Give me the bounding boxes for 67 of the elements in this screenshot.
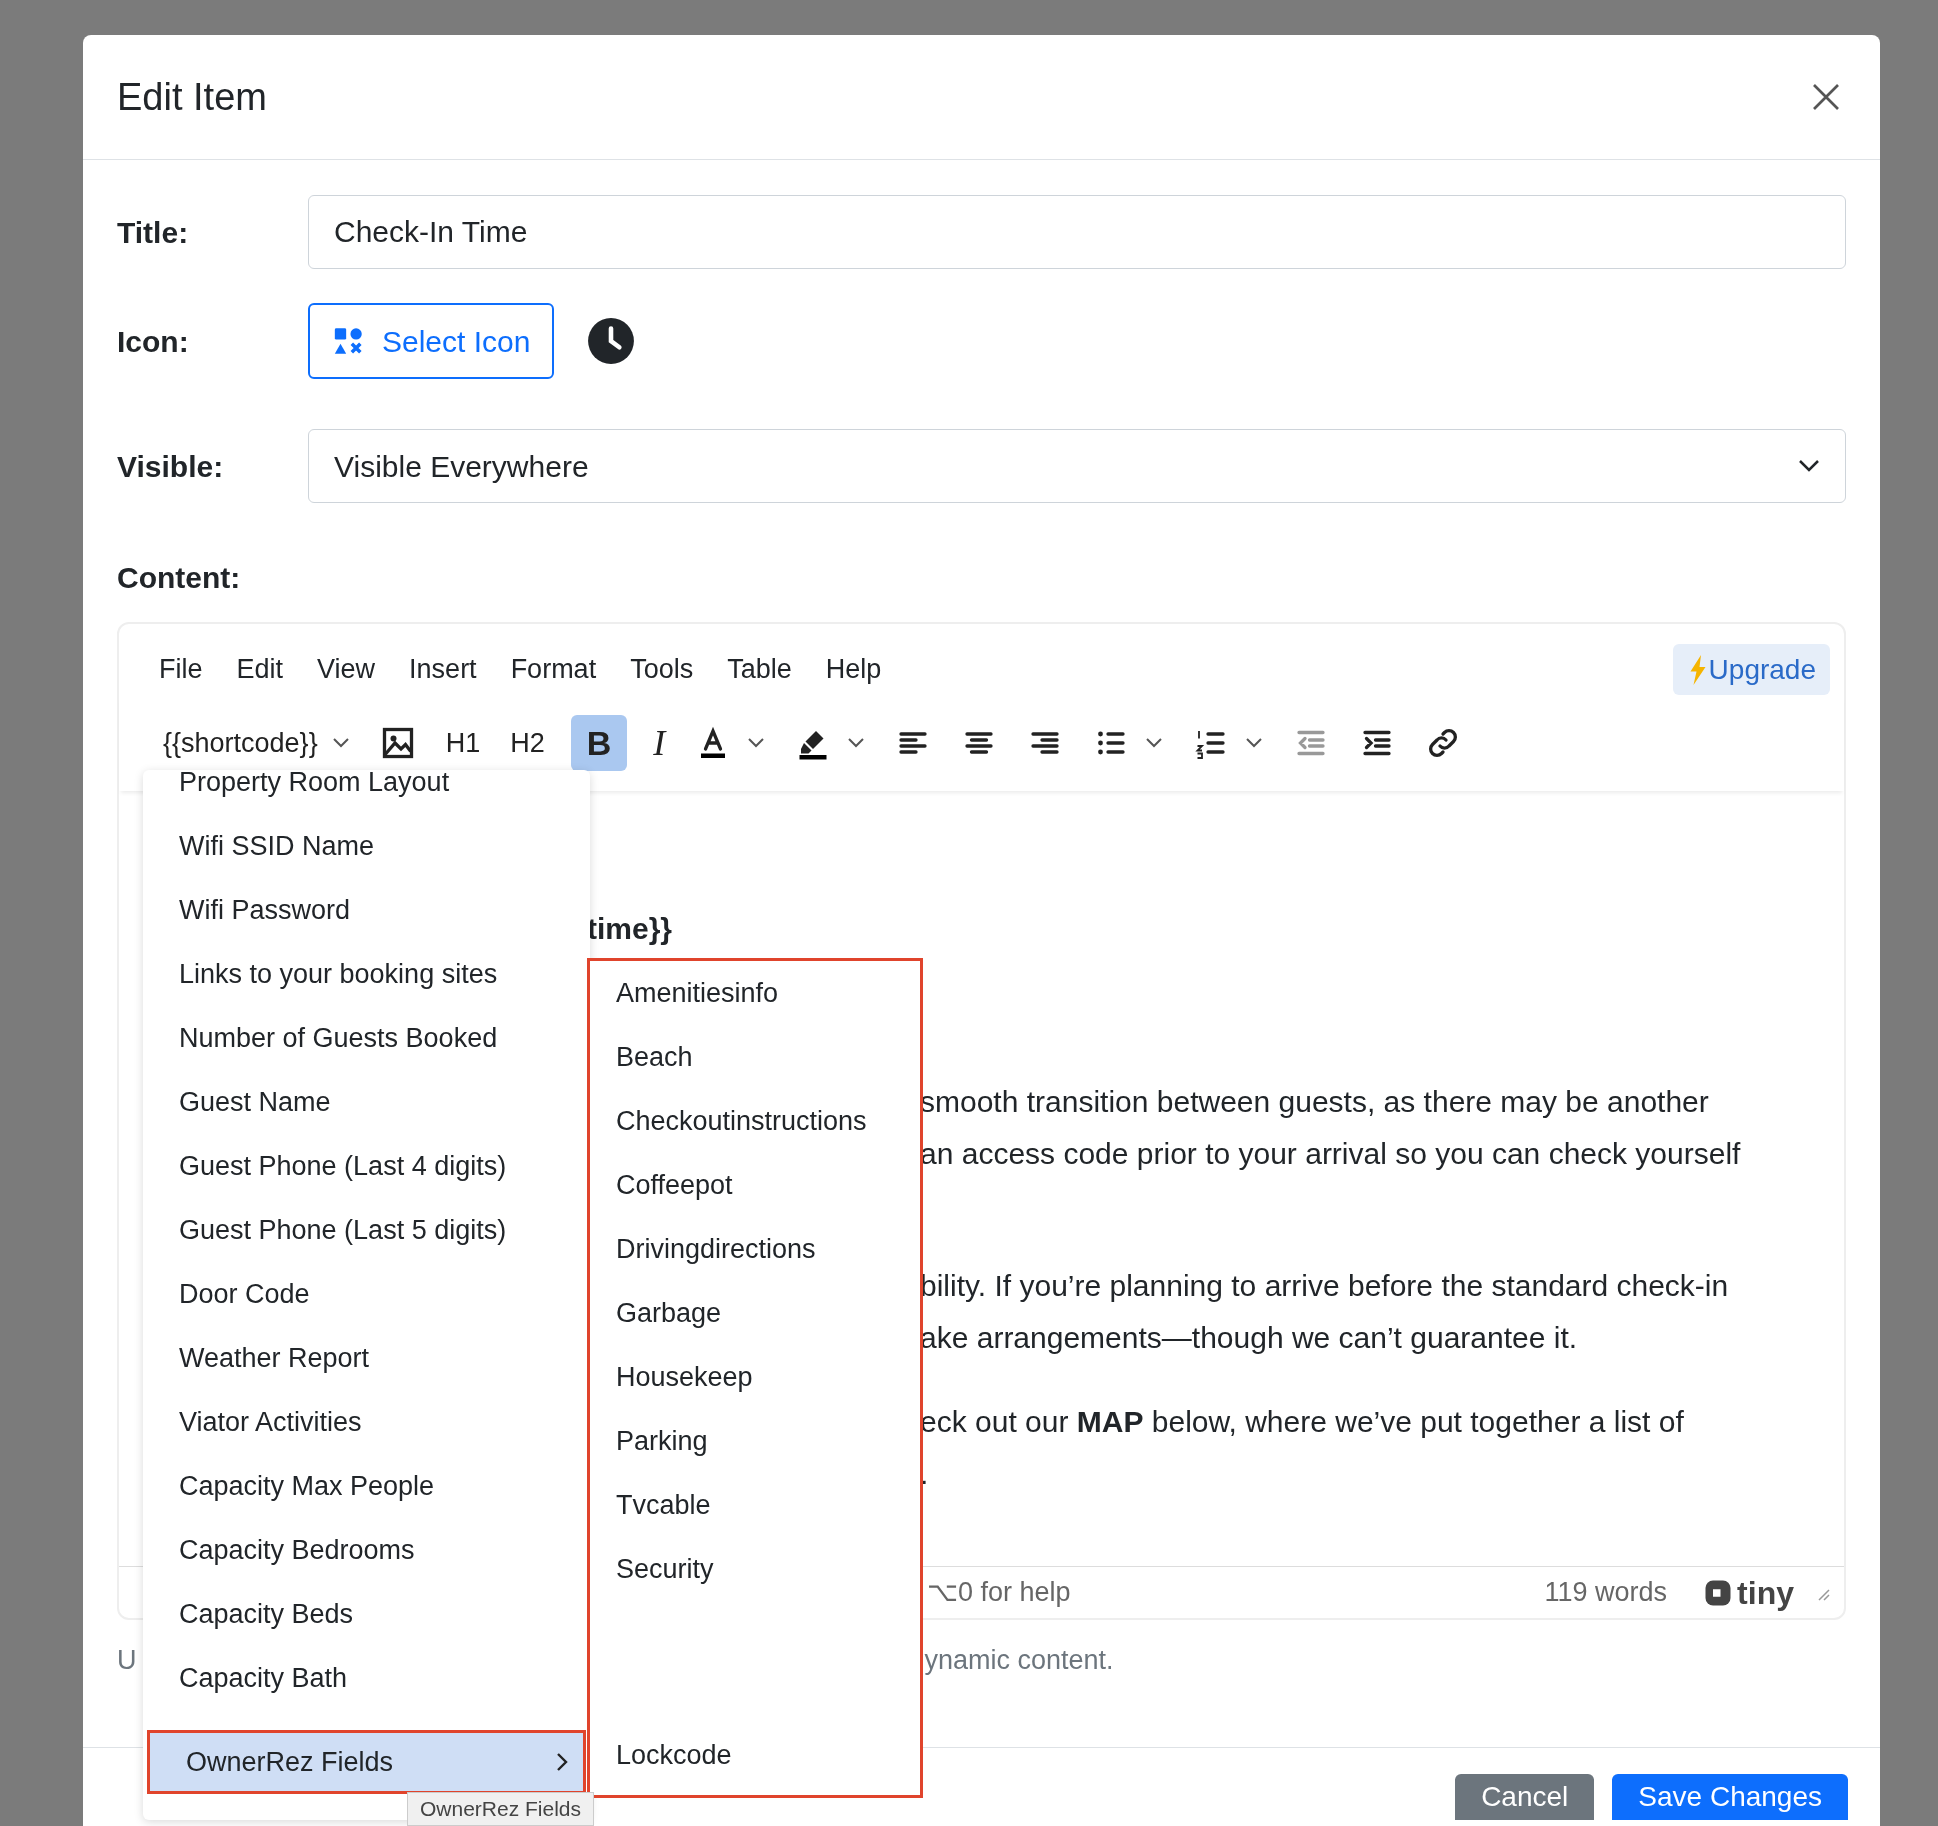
menu-item[interactable]: Guest Name [143,1070,590,1134]
cancel-button[interactable]: Cancel [1455,1773,1595,1820]
menu-item[interactable]: Garbage [590,1281,920,1345]
help-text: ynamic content. [924,1644,1114,1677]
menu-item[interactable]: File [159,649,203,690]
help-text: U [117,1644,137,1677]
field-label: Visible: [117,448,225,485]
shortcode-dropdown[interactable]: {{shortcode}} [159,715,354,771]
heading-button[interactable]: H1 [441,715,485,771]
editor-heading: time}} [587,911,674,947]
brand-logo: tiny [1703,1568,1794,1617]
menu-item[interactable]: Coffeepot [590,1153,920,1217]
menu-item[interactable]: Door Code [143,1262,590,1326]
menu-item[interactable]: Capacity Beds [143,1582,590,1646]
tooltip: OwnerRez Fields [407,1792,595,1826]
menu-item[interactable]: Capacity Bedrooms [143,1518,590,1582]
menu-item[interactable]: Amenitiesinfo [590,961,920,1025]
menu-item[interactable]: Parking [590,1409,920,1473]
help-hint: ⌥0 for help [927,1576,1071,1610]
menu-item[interactable]: Table [727,649,792,690]
clock-icon [586,316,637,366]
save-changes-button[interactable]: Save Changes [1612,1773,1848,1820]
menu-item[interactable]: Viator Activities [143,1390,590,1454]
word-count[interactable]: 119 words [1544,1572,1668,1613]
menu-item[interactable]: Edit [236,649,284,690]
menu-item[interactable]: Property Room Layout [143,770,590,814]
chevron-down-icon [747,737,766,749]
menu-item[interactable]: OwnerRez Fields [147,1730,586,1794]
field-label: Content: [117,560,242,596]
menu-item[interactable]: Links to your booking sites [143,942,590,1006]
menu-item[interactable]: Weather Report [143,1326,590,1390]
menu-item[interactable]: Tvcable [590,1473,920,1537]
menu-item[interactable]: Insert [409,649,477,690]
chevron-down-icon [331,737,350,749]
title-input[interactable]: Check-In Time [308,195,1846,269]
menu-item[interactable]: Housekeep [590,1345,920,1409]
italic-button[interactable]: I [649,715,670,771]
editor-paragraph: bility. If you’re planning to arrive before the standard check-in ake arrangements—though we can’t guarantee it. [920,1268,1730,1356]
menu-item[interactable]: Beach [590,1025,920,1089]
menu-item[interactable]: Drivingdirections [590,1217,920,1281]
menu-item[interactable]: Guest Phone (Last 4 digits) [143,1134,590,1198]
menu-item[interactable]: Help [825,649,882,690]
field-label: Title: [117,214,190,251]
chevron-down-icon [847,737,866,749]
menu-item[interactable]: Format [510,649,597,690]
menu-item[interactable]: View [317,649,376,690]
chevron-down-icon [1798,459,1820,473]
menu-item[interactable]: Wifi SSID Name [143,814,590,878]
select-icon-button[interactable]: Select Icon [308,303,555,379]
heading-button[interactable]: H2 [506,715,549,771]
menu-item[interactable]: Number of Guests Booked [143,1006,590,1070]
menu-item[interactable]: Capacity Max People [143,1454,590,1518]
dialog-title: Edit Item [117,74,267,120]
menu-item[interactable]: Guest Phone (Last 5 digits) [143,1198,590,1262]
menu-item[interactable]: Security [590,1537,920,1601]
menu-item[interactable]: Tools [630,649,694,690]
field-label: Icon: [117,323,190,360]
visibility-select[interactable]: Visible Everywhere [308,429,1846,503]
editor-paragraph: eck out our MAP below, where we’ve put together a list of . [920,1404,1685,1492]
menu-item[interactable]: Capacity Bath [143,1646,590,1710]
chevron-down-icon [1145,737,1164,749]
menu-item[interactable]: Lockcode [590,1723,920,1787]
chevron-down-icon [1245,737,1264,749]
menu-item[interactable]: Wifi Password [143,878,590,942]
upgrade-button[interactable]: Upgrade [1672,644,1830,695]
menu-item[interactable]: Checkoutinstructions [590,1089,920,1153]
bold-button[interactable]: B [570,715,628,771]
